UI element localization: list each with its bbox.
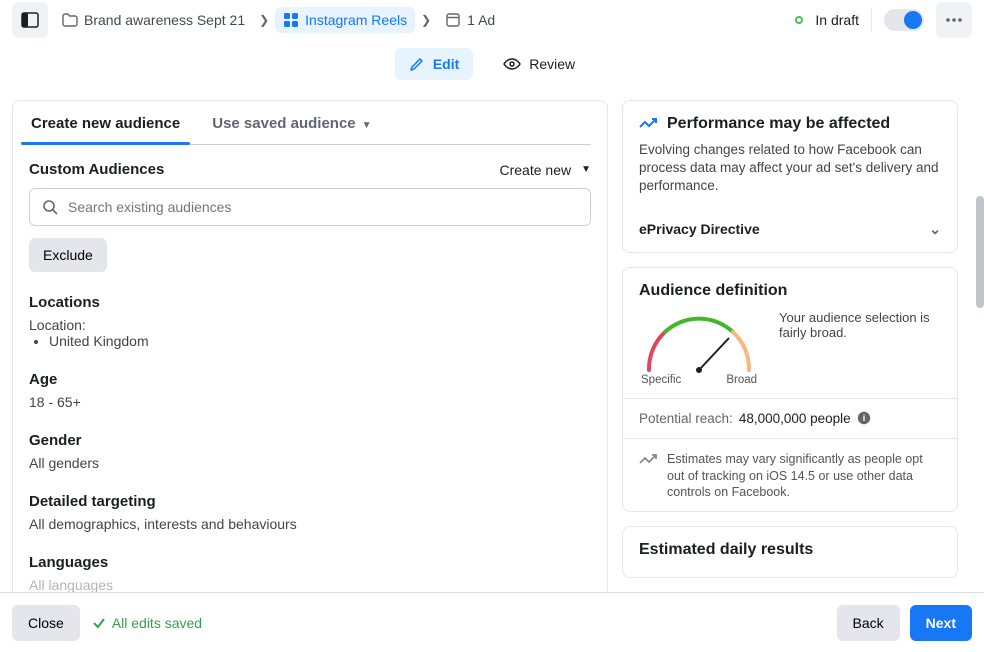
breadcrumb-adset[interactable]: Instagram Reels (275, 7, 415, 33)
close-button[interactable]: Close (12, 605, 80, 641)
chevron-down-icon: ⌄ (929, 221, 941, 238)
right-panel: Performance may be affected Evolving cha… (622, 100, 958, 600)
gender-title: Gender (29, 432, 591, 449)
detailed-title: Detailed targeting (29, 493, 591, 510)
breadcrumb-ad[interactable]: 1 Ad (437, 7, 503, 33)
ad-icon (445, 12, 461, 28)
breadcrumb-campaign[interactable]: Brand awareness Sept 21 (54, 7, 253, 33)
create-new-audience[interactable]: Create new ▼ (500, 162, 592, 178)
scrollbar-thumb[interactable] (976, 196, 984, 308)
reach-label: Potential reach: (639, 411, 733, 426)
status-label: In draft (815, 12, 859, 28)
gender-value: All genders (29, 455, 591, 471)
caret-down-icon: ▼ (581, 164, 591, 175)
breadcrumb-campaign-label: Brand awareness Sept 21 (84, 12, 245, 28)
breadcrumb-adset-label: Instagram Reels (305, 12, 407, 28)
next-button[interactable]: Next (910, 605, 972, 641)
exclude-button[interactable]: Exclude (29, 238, 107, 272)
pencil-icon (409, 56, 425, 72)
more-button[interactable] (936, 2, 972, 38)
trend-icon (639, 117, 657, 131)
info-icon[interactable]: i (857, 411, 871, 425)
gauge-message: Your audience selection is fairly broad. (779, 310, 941, 340)
back-button[interactable]: Back (837, 605, 900, 641)
chevron-right-icon: ❯ (257, 13, 271, 27)
reach-value: 48,000,000 people (739, 411, 851, 426)
age-title: Age (29, 371, 591, 388)
performance-body: Evolving changes related to how Facebook… (639, 141, 941, 196)
edit-mode-button[interactable]: Edit (395, 48, 473, 80)
breadcrumb-ad-label: 1 Ad (467, 12, 495, 28)
footer: Close All edits saved Back Next (0, 592, 984, 652)
age-value: 18 - 65+ (29, 394, 591, 410)
svg-text:i: i (862, 413, 865, 423)
eprivacy-expander[interactable]: ePrivacy Directive ⌄ (639, 206, 941, 242)
panel-toggle-button[interactable] (12, 2, 48, 38)
breadcrumb: Brand awareness Sept 21 ❯ Instagram Reel… (54, 7, 503, 33)
status-dot-icon (795, 16, 803, 24)
audience-search-input[interactable] (68, 199, 578, 215)
ellipsis-icon (945, 18, 963, 22)
folder-icon (62, 12, 78, 28)
left-panel: Create new audience Use saved audience▼ … (12, 100, 608, 600)
tab-create-audience[interactable]: Create new audience (29, 101, 182, 144)
tab-saved-audience[interactable]: Use saved audience▼ (210, 101, 373, 144)
scrollbar-track[interactable] (976, 90, 984, 590)
audience-def-title: Audience definition (639, 282, 941, 300)
eye-icon (503, 57, 521, 71)
audience-definition-card: Audience definition Specific (622, 267, 958, 513)
chevron-right-icon: ❯ (419, 13, 433, 27)
caret-down-icon: ▼ (362, 120, 372, 131)
edit-label: Edit (433, 56, 459, 72)
trend-icon (639, 453, 657, 467)
search-icon (42, 199, 58, 215)
publish-toggle[interactable] (884, 9, 924, 31)
locations-title: Locations (29, 294, 591, 311)
performance-card: Performance may be affected Evolving cha… (622, 100, 958, 253)
languages-value: All languages (29, 577, 591, 593)
location-item: United Kingdom (49, 333, 591, 349)
detailed-value: All demographics, interests and behaviou… (29, 516, 591, 532)
performance-title: Performance may be affected (667, 115, 890, 133)
review-label: Review (529, 56, 575, 72)
languages-title: Languages (29, 554, 591, 571)
save-status: All edits saved (92, 615, 202, 631)
grid-icon (283, 12, 299, 28)
reach-note: Estimates may vary significantly as peop… (667, 451, 941, 502)
edr-title: Estimated daily results (639, 541, 941, 559)
panel-icon (21, 11, 39, 29)
edr-card: Estimated daily results (622, 526, 958, 578)
locations-sublabel: Location: (29, 317, 591, 333)
separator (871, 9, 872, 31)
custom-audiences-title: Custom Audiences (29, 161, 164, 178)
gauge (639, 310, 759, 380)
audience-search[interactable] (29, 188, 591, 226)
review-mode-button[interactable]: Review (489, 48, 589, 80)
check-icon (92, 616, 106, 630)
